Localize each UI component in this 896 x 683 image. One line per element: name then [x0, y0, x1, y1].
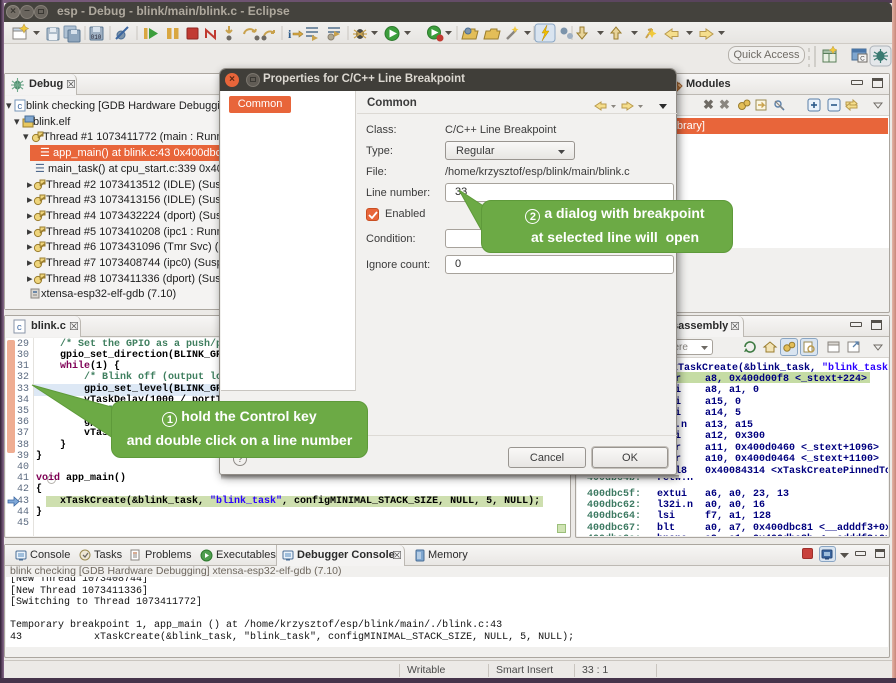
svg-text:i: i [288, 27, 292, 41]
svg-text:c: c [17, 102, 22, 112]
svg-text:010: 010 [91, 34, 102, 41]
svg-text:c: c [17, 323, 22, 333]
svg-text:C: C [860, 56, 865, 63]
